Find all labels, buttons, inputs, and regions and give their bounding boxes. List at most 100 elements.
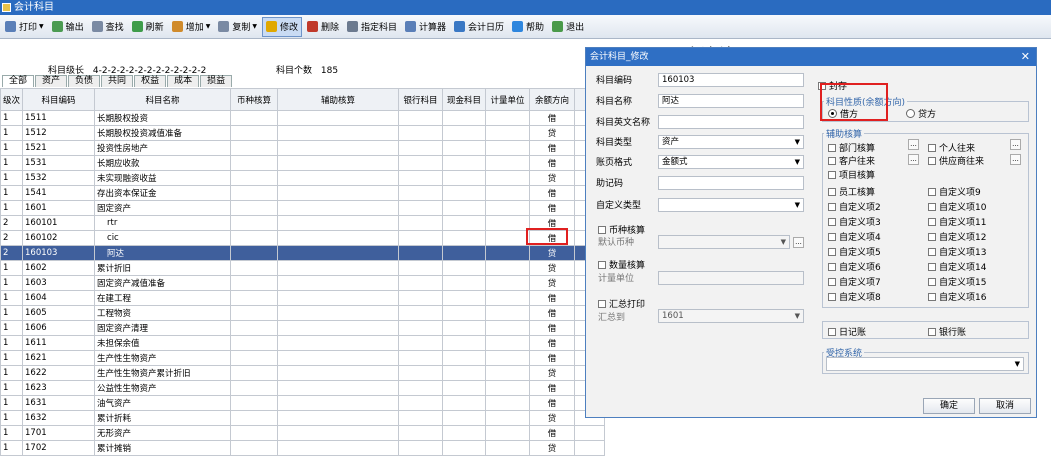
tab-6[interactable]: 损益 xyxy=(200,75,233,87)
table-row[interactable]: 1 1541 存出资本保证金 借 xyxy=(0,185,606,201)
toolbar-button-8[interactable]: 指定科目 xyxy=(344,17,400,37)
cancel-button[interactable]: 取消 xyxy=(979,398,1031,414)
custom-type-select[interactable]: ▼ xyxy=(658,198,804,212)
aux-checkbox[interactable]: 自定义项3 xyxy=(828,215,881,228)
ok-button[interactable]: 确定 xyxy=(923,398,975,414)
aux-checkbox[interactable]: 部门核算 xyxy=(828,141,875,154)
table-row[interactable]: 1 1605 工程物资 借 xyxy=(0,305,606,321)
column-header[interactable]: 辅助核算 xyxy=(277,88,400,111)
name-input[interactable]: 阿达 xyxy=(658,94,804,108)
code-input[interactable]: 160103 xyxy=(658,73,804,87)
table-row[interactable]: 1 1621 生产性生物资产 借 xyxy=(0,350,606,366)
toolbar-button-2[interactable]: 查找 xyxy=(89,17,127,37)
table-row[interactable]: 2 160103 阿达 贷 xyxy=(0,245,606,261)
bank-journal-checkbox[interactable]: 银行账 xyxy=(928,325,966,338)
type-select[interactable]: 资产 ▼ xyxy=(658,135,804,149)
quantity-checkbox[interactable]: 数量核算 xyxy=(598,258,645,271)
toolbar-button-3[interactable]: 刷新 xyxy=(129,17,167,37)
aux-checkbox[interactable]: 自定义项14 xyxy=(928,260,986,273)
table-cell xyxy=(277,155,400,171)
tab-0[interactable]: 全部 xyxy=(2,75,35,87)
table-row[interactable]: 1 1611 未担保余值 借 xyxy=(0,335,606,351)
dialog-titlebar: 会计科目_修改 ✕ xyxy=(586,48,1036,66)
column-header[interactable]: 科目编码 xyxy=(22,88,96,111)
toolbar-button-12[interactable]: 退出 xyxy=(549,17,587,37)
toolbar-button-1[interactable]: 输出 xyxy=(49,17,87,37)
mnemonic-input[interactable] xyxy=(658,176,804,190)
aux-checkbox[interactable]: 自定义项12 xyxy=(928,230,986,243)
aux-checkbox[interactable]: 自定义项2 xyxy=(828,200,881,213)
close-icon[interactable]: ✕ xyxy=(1021,48,1030,66)
table-row[interactable]: 2 160102 cic 借 xyxy=(0,230,606,246)
column-header[interactable]: 计量单位 xyxy=(485,88,531,111)
tab-2[interactable]: 负债 xyxy=(68,75,101,87)
tab-1[interactable]: 资产 xyxy=(35,75,68,87)
table-row[interactable]: 1 1602 累计折旧 贷 xyxy=(0,260,606,276)
default-currency-select[interactable]: ▼ xyxy=(658,235,790,249)
aux-checkbox[interactable]: 自定义项9 xyxy=(928,185,981,198)
unit-input[interactable] xyxy=(658,271,804,285)
aux-checkbox[interactable]: 自定义项7 xyxy=(828,275,881,288)
aux-checkbox[interactable]: 自定义项16 xyxy=(928,290,986,303)
table-row[interactable]: 1 1601 固定资产 借 xyxy=(0,200,606,216)
format-select[interactable]: 金额式 ▼ xyxy=(658,155,804,169)
supplier-browse-button[interactable]: ... xyxy=(1010,154,1021,165)
tab-3[interactable]: 共同 xyxy=(101,75,134,87)
table-row[interactable]: 1 1702 累计摊销 贷 xyxy=(0,440,606,456)
toolbar-button-10[interactable]: 会计日历 xyxy=(451,17,507,37)
aux-checkbox[interactable]: 自定义项4 xyxy=(828,230,881,243)
summary-to-select[interactable]: 1601 ▼ xyxy=(658,309,804,323)
aux-checkbox[interactable]: 自定义项10 xyxy=(928,200,986,213)
toolbar-button-6[interactable]: 修改 xyxy=(261,16,302,37)
aux-checkbox[interactable]: 个人往来 xyxy=(928,141,975,154)
toolbar-button-0[interactable]: 打印 ▼ xyxy=(2,17,47,37)
day-journal-checkbox[interactable]: 日记账 xyxy=(828,325,866,338)
aux-checkbox[interactable]: 自定义项5 xyxy=(828,245,881,258)
summary-checkbox[interactable]: 汇总打印 xyxy=(598,297,645,310)
table-row[interactable]: 1 1623 公益性生物资产 借 xyxy=(0,380,606,396)
table-row[interactable]: 1 1511 长期股权投资 借 xyxy=(0,110,606,126)
person-browse-button[interactable]: ... xyxy=(1010,139,1021,150)
table-row[interactable]: 1 1631 油气资产 借 xyxy=(0,395,606,411)
currency-browse-button[interactable]: ... xyxy=(793,237,804,248)
table-row[interactable]: 1 1603 固定资产减值准备 贷 xyxy=(0,275,606,291)
aux-checkbox[interactable]: 自定义项13 xyxy=(928,245,986,258)
toolbar-button-5[interactable]: 复制 ▼ xyxy=(215,17,260,37)
toolbar-button-7[interactable]: 删除 xyxy=(304,17,342,37)
table-row[interactable]: 1 1632 累计折耗 贷 xyxy=(0,410,606,426)
toolbar-button-4[interactable]: 增加 ▼ xyxy=(169,17,214,37)
toolbar-button-9[interactable]: 计算器 xyxy=(402,17,449,37)
table-row[interactable]: 1 1532 未实现融资收益 贷 xyxy=(0,170,606,186)
table-row[interactable]: 1 1701 无形资产 借 xyxy=(0,425,606,441)
tab-4[interactable]: 权益 xyxy=(134,75,167,87)
aux-checkbox[interactable]: 客户往来 xyxy=(828,154,875,167)
aux-checkbox[interactable]: 自定义项6 xyxy=(828,260,881,273)
column-header[interactable]: 余额方向 xyxy=(529,88,576,111)
aux-checkbox[interactable]: 项目核算 xyxy=(828,168,875,181)
aux-checkbox[interactable]: 自定义项11 xyxy=(928,215,986,228)
en-name-input[interactable] xyxy=(658,115,804,129)
toolbar-button-11[interactable]: 帮助 xyxy=(509,17,547,37)
table-row[interactable]: 1 1604 在建工程 借 xyxy=(0,290,606,306)
credit-radio[interactable]: 贷方 xyxy=(906,107,936,120)
table-row[interactable]: 1 1606 固定资产清理 借 xyxy=(0,320,606,336)
table-row[interactable]: 1 1622 生产性生物资产累计折旧 贷 xyxy=(0,365,606,381)
table-row[interactable]: 1 1521 投资性房地产 借 xyxy=(0,140,606,156)
table-row[interactable]: 1 1512 长期股权投资减值准备 贷 xyxy=(0,125,606,141)
aux-checkbox[interactable]: 自定义项8 xyxy=(828,290,881,303)
aux-checkbox[interactable]: 自定义项15 xyxy=(928,275,986,288)
column-header[interactable]: 级次 xyxy=(0,88,24,111)
column-header[interactable]: 银行科目 xyxy=(398,88,444,111)
column-header[interactable]: 现金科目 xyxy=(442,88,487,111)
customer-browse-button[interactable]: ... xyxy=(908,154,919,165)
dept-browse-button[interactable]: ... xyxy=(908,139,919,150)
tab-5[interactable]: 成本 xyxy=(167,75,200,87)
column-header[interactable]: 币种核算 xyxy=(230,88,279,111)
control-select[interactable]: ▼ xyxy=(826,357,1024,371)
column-header[interactable]: 科目名称 xyxy=(94,88,232,111)
aux-checkbox[interactable]: 员工核算 xyxy=(828,185,875,198)
day-journal-label: 日记账 xyxy=(839,328,867,338)
table-row[interactable]: 1 1531 长期应收款 借 xyxy=(0,155,606,171)
aux-checkbox[interactable]: 供应商往来 xyxy=(928,154,984,167)
table-row[interactable]: 2 160101 rtr 借 xyxy=(0,215,606,231)
